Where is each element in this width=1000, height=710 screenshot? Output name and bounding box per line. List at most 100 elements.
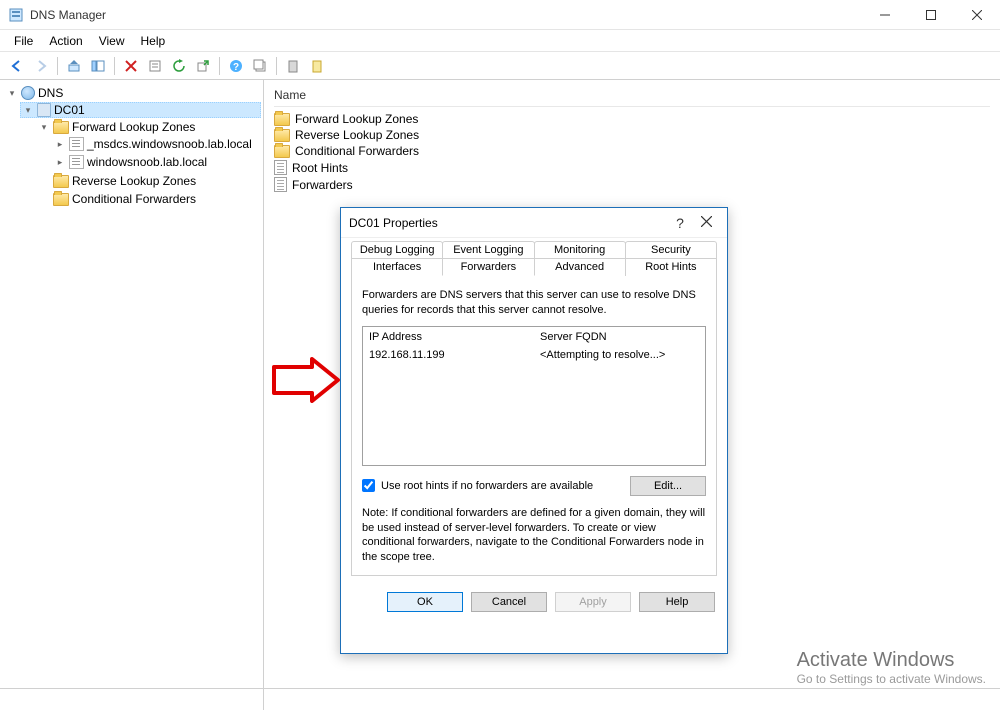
folder-icon: [274, 145, 290, 158]
dialog-title: DC01 Properties: [349, 216, 667, 230]
menubar: File Action View Help: [0, 30, 1000, 52]
item-label: Forward Lookup Zones: [295, 112, 418, 126]
tab-root-hints[interactable]: Root Hints: [625, 258, 717, 276]
tree-label: windowsnoob.lab.local: [87, 155, 207, 169]
use-root-hints-label: Use root hints if no forwarders are avai…: [381, 480, 593, 492]
close-button[interactable]: [954, 0, 1000, 30]
item-label: Forwarders: [292, 178, 353, 192]
page-icon: [274, 177, 287, 192]
tree-label: DNS: [38, 86, 63, 100]
titlebar: DNS Manager: [0, 0, 1000, 30]
help-button[interactable]: Help: [639, 592, 715, 612]
forwarder-row[interactable]: 192.168.11.199 <Attempting to resolve...…: [363, 347, 705, 363]
tree-server-dc01[interactable]: ▾ DC01: [20, 102, 261, 118]
dialog-help-button[interactable]: ?: [667, 215, 693, 231]
tree-label: DC01: [54, 103, 85, 117]
item-label: Root Hints: [292, 161, 348, 175]
tree-zone-msdcs[interactable]: ▸ _msdcs.windowsnoob.lab.local: [52, 136, 261, 152]
list-item[interactable]: Forwarders: [274, 176, 990, 193]
chevron-down-icon[interactable]: ▾: [6, 87, 18, 99]
svg-text:?: ?: [233, 62, 239, 73]
tab-debug-logging[interactable]: Debug Logging: [351, 241, 443, 258]
folder-icon: [53, 193, 69, 206]
tree-label: _msdcs.windowsnoob.lab.local: [87, 137, 252, 151]
tree-label: Conditional Forwarders: [72, 192, 196, 206]
server-icon: [37, 103, 51, 117]
item-label: Conditional Forwarders: [295, 144, 419, 158]
col-server-fqdn: Server FQDN: [534, 327, 705, 347]
show-hide-tree-button[interactable]: [87, 55, 109, 77]
col-ip-address: IP Address: [363, 327, 534, 347]
back-button[interactable]: [6, 55, 28, 77]
chevron-down-icon[interactable]: ▾: [38, 121, 50, 133]
app-icon: [8, 7, 24, 23]
tree-zone-windowsnoob[interactable]: ▸ windowsnoob.lab.local: [52, 154, 261, 170]
stop-button[interactable]: [306, 55, 328, 77]
refresh-button[interactable]: [168, 55, 190, 77]
folder-icon: [274, 113, 290, 126]
chevron-right-icon[interactable]: ▸: [54, 138, 66, 150]
list-item[interactable]: Forward Lookup Zones: [274, 111, 990, 127]
dialog-titlebar[interactable]: DC01 Properties ?: [341, 208, 727, 238]
chevron-right-icon[interactable]: ▸: [54, 156, 66, 168]
tab-event-logging[interactable]: Event Logging: [442, 241, 534, 258]
tab-strip: Debug Logging Event Logging Monitoring S…: [351, 240, 717, 276]
statusbar-cell: [264, 689, 1000, 710]
maximize-button[interactable]: [908, 0, 954, 30]
up-button[interactable]: [63, 55, 85, 77]
properties-dialog: DC01 Properties ? Debug Logging Event Lo…: [340, 207, 728, 654]
menu-action[interactable]: Action: [41, 32, 90, 50]
tab-interfaces[interactable]: Interfaces: [351, 258, 443, 276]
forwarders-table[interactable]: IP Address Server FQDN 192.168.11.199 <A…: [362, 326, 706, 466]
menu-view[interactable]: View: [91, 32, 133, 50]
folder-icon: [53, 121, 69, 134]
apply-button[interactable]: Apply: [555, 592, 631, 612]
cell-ip: 192.168.11.199: [363, 347, 534, 363]
toolbar: ?: [0, 52, 1000, 80]
dialog-close-button[interactable]: [693, 214, 719, 231]
cell-fqdn: <Attempting to resolve...>: [534, 347, 705, 363]
dialog-button-row: OK Cancel Apply Help: [341, 584, 727, 620]
forward-button[interactable]: [30, 55, 52, 77]
edit-button[interactable]: Edit...: [630, 476, 706, 496]
tree-forward-lookup-zones[interactable]: ▾ Forward Lookup Zones: [36, 119, 261, 135]
dns-icon: [21, 86, 35, 100]
forwarders-description: Forwarders are DNS servers that this ser…: [362, 288, 706, 318]
item-label: Reverse Lookup Zones: [295, 128, 419, 142]
folder-icon: [274, 129, 290, 142]
delete-button[interactable]: [120, 55, 142, 77]
list-item[interactable]: Reverse Lookup Zones: [274, 127, 990, 143]
statusbar: [0, 688, 1000, 710]
tab-monitoring[interactable]: Monitoring: [534, 241, 626, 258]
help-button[interactable]: ?: [225, 55, 247, 77]
tab-advanced[interactable]: Advanced: [534, 258, 626, 276]
minimize-button[interactable]: [862, 0, 908, 30]
use-root-hints-checkbox[interactable]: [362, 479, 375, 492]
page-icon: [274, 160, 287, 175]
zone-icon: [69, 137, 84, 151]
ok-button[interactable]: OK: [387, 592, 463, 612]
new-window-button[interactable]: [249, 55, 271, 77]
statusbar-cell: [0, 689, 264, 710]
tab-page-forwarders: Forwarders are DNS servers that this ser…: [351, 276, 717, 576]
chevron-down-icon[interactable]: ▾: [22, 104, 34, 116]
folder-icon: [53, 175, 69, 188]
tab-forwarders[interactable]: Forwarders: [442, 258, 534, 276]
column-header-name[interactable]: Name: [274, 86, 990, 107]
tree-root-dns[interactable]: ▾ DNS: [4, 85, 261, 101]
list-item[interactable]: Root Hints: [274, 159, 990, 176]
dialog-body: Debug Logging Event Logging Monitoring S…: [341, 238, 727, 584]
filter-button[interactable]: [282, 55, 304, 77]
menu-help[interactable]: Help: [133, 32, 174, 50]
tree-pane[interactable]: ▾ DNS ▾ DC01 ▾: [0, 80, 264, 688]
properties-button[interactable]: [144, 55, 166, 77]
tree-reverse-lookup-zones[interactable]: ▸ Reverse Lookup Zones: [36, 173, 261, 189]
tree-conditional-forwarders[interactable]: ▸ Conditional Forwarders: [36, 191, 261, 207]
cancel-button[interactable]: Cancel: [471, 592, 547, 612]
content-list: Forward Lookup Zones Reverse Lookup Zone…: [274, 111, 990, 193]
tree-label: Forward Lookup Zones: [72, 120, 195, 134]
export-button[interactable]: [192, 55, 214, 77]
list-item[interactable]: Conditional Forwarders: [274, 143, 990, 159]
menu-file[interactable]: File: [6, 32, 41, 50]
tab-security[interactable]: Security: [625, 241, 717, 258]
